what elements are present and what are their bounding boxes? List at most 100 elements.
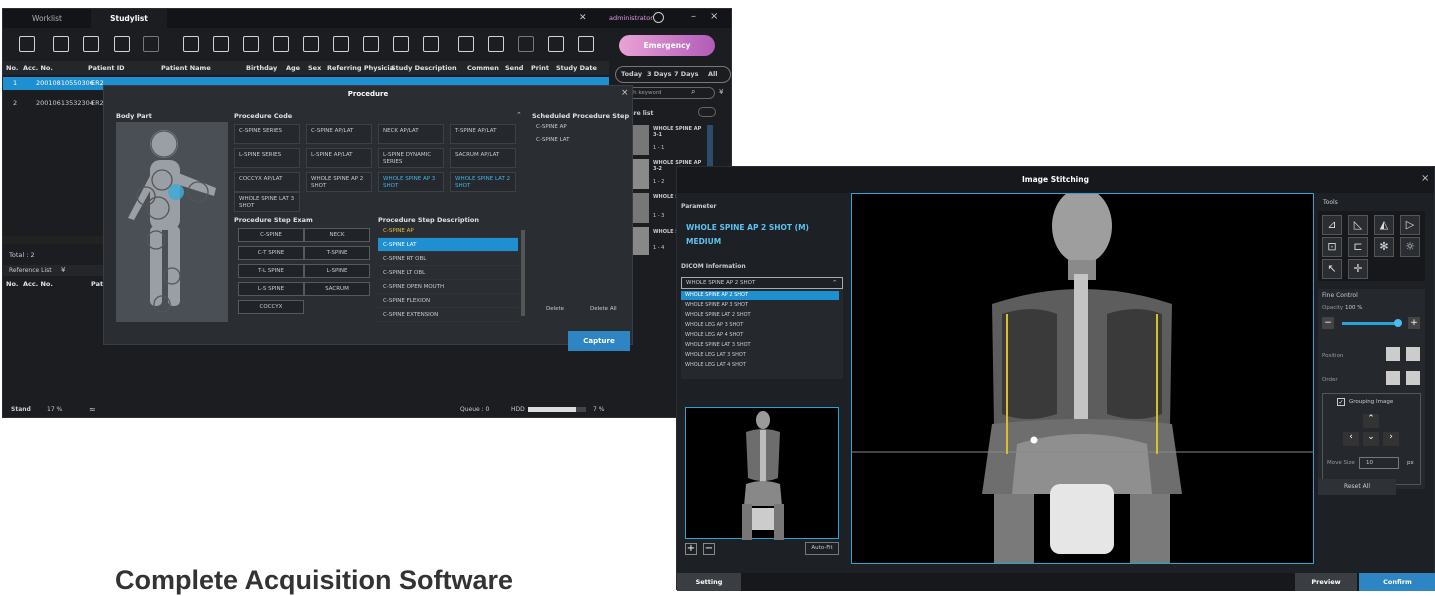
desc-item[interactable]: C-SPINE LAT xyxy=(378,238,518,252)
filter-all[interactable]: All xyxy=(708,70,718,78)
delete-button[interactable]: Delete xyxy=(546,306,564,312)
code-button[interactable]: T-SPINE AP/LAT xyxy=(450,124,516,144)
code-button[interactable]: WHOLE SPINE LAT 2 SHOT xyxy=(450,172,516,192)
desc-item[interactable]: C-SPINE EXTENSION xyxy=(378,308,518,322)
close-icon[interactable]: × xyxy=(621,88,629,98)
move-icon[interactable]: ✛ xyxy=(1348,259,1368,279)
rotate-right-icon[interactable]: ◺ xyxy=(1348,215,1368,235)
col-patient-name[interactable]: Patient Name xyxy=(161,64,211,72)
reference-list-label[interactable]: Reference List xyxy=(9,267,52,274)
position-up-button[interactable] xyxy=(1386,347,1400,361)
fit-icon[interactable]: ⊡ xyxy=(1322,237,1342,257)
move-left-button[interactable]: ‹ xyxy=(1343,432,1359,446)
history-icon[interactable] xyxy=(458,36,474,52)
col-no[interactable]: No. xyxy=(6,64,18,72)
email-icon[interactable] xyxy=(333,36,349,52)
col-birthday[interactable]: Birthday xyxy=(246,64,277,72)
exam-button[interactable]: T-SPINE xyxy=(304,246,370,260)
brightness-icon[interactable]: ✻ xyxy=(1374,237,1394,257)
setting-button[interactable]: Setting xyxy=(677,573,741,591)
exam-button[interactable]: COCCYX xyxy=(238,300,304,314)
split-icon[interactable] xyxy=(578,36,594,52)
scheduled-item[interactable]: C-SPINE AP xyxy=(536,124,567,130)
col-sex[interactable]: Sex xyxy=(308,64,321,72)
ref-col-no[interactable]: No. xyxy=(6,280,18,288)
add-procedure-button[interactable] xyxy=(698,107,716,117)
chevron-down-icon[interactable]: ¥ xyxy=(61,266,65,274)
code-button[interactable]: L-SPINE AP/LAT xyxy=(306,148,372,168)
col-send[interactable]: Send xyxy=(505,64,523,72)
flip-horizontal-icon[interactable]: ◭ xyxy=(1374,215,1394,235)
dicom-select[interactable]: WHOLE SPINE AP 2 SHOT ^ xyxy=(681,277,843,289)
capture-button[interactable]: Capture xyxy=(568,331,630,351)
pointer-icon[interactable]: ↖ xyxy=(1322,259,1342,279)
user-icon[interactable] xyxy=(653,12,664,23)
preview-thumbnail[interactable] xyxy=(685,407,839,540)
move-down-button[interactable]: ⌄ xyxy=(1363,432,1379,446)
report-icon[interactable] xyxy=(423,36,439,52)
desc-scrollbar[interactable] xyxy=(521,230,525,316)
code-button[interactable]: WHOLE SPINE AP 3 SHOT xyxy=(378,172,444,192)
chevron-down-icon[interactable]: ¥ xyxy=(719,88,723,96)
desc-item[interactable]: C-SPINE FLEXION xyxy=(378,294,518,308)
reset-all-button[interactable]: Reset All xyxy=(1318,479,1396,495)
rotate-left-icon[interactable]: ⊿ xyxy=(1322,215,1342,235)
move-right-button[interactable]: › xyxy=(1383,432,1399,446)
body-diagram[interactable] xyxy=(116,122,228,322)
opacity-decrease-button[interactable]: − xyxy=(1322,317,1334,329)
collapse-icon[interactable]: ⌃ xyxy=(516,111,522,119)
emergency-button[interactable]: Emergency xyxy=(619,35,715,56)
search-icon[interactable]: ⌕ xyxy=(691,87,695,97)
print-film-icon[interactable] xyxy=(213,36,229,52)
dicom-option[interactable]: WHOLE LEG AP 3 SHOT xyxy=(681,321,839,330)
order-back-button[interactable] xyxy=(1386,371,1400,385)
tools-icon[interactable]: ✕ xyxy=(579,13,587,23)
desc-item[interactable]: C-SPINE OPEN MOUTH xyxy=(378,280,518,294)
close-icon[interactable]: × xyxy=(1421,173,1429,184)
code-button[interactable]: COCCYX AP/LAT xyxy=(234,172,300,192)
ref-col-acc[interactable]: Acc. No. xyxy=(23,280,53,288)
search-input[interactable]: rch keyword xyxy=(621,87,715,99)
filter-today[interactable]: Today xyxy=(621,70,642,78)
col-age[interactable]: Age xyxy=(286,64,300,72)
code-button[interactable]: C-SPINE AP/LAT xyxy=(306,124,372,144)
preview-button[interactable]: Preview xyxy=(1295,573,1357,591)
filter-7days[interactable]: 7 Days xyxy=(674,70,698,78)
col-acc-no[interactable]: Acc. No. xyxy=(23,64,53,72)
send-icon[interactable] xyxy=(518,36,534,52)
minimize-icon[interactable]: – xyxy=(691,11,696,22)
merge-icon[interactable] xyxy=(548,36,564,52)
code-button[interactable]: WHOLE SPINE LAT 3 SHOT xyxy=(234,192,300,212)
scheduled-item[interactable]: C-SPINE LAT xyxy=(536,137,569,143)
exam-button[interactable]: L-S SPINE xyxy=(238,282,304,296)
dicom-option[interactable]: WHOLE LEG AP 4 SHOT xyxy=(681,331,839,340)
flip-vertical-icon[interactable]: ▷ xyxy=(1400,215,1420,235)
print-layout-icon[interactable] xyxy=(273,36,289,52)
confirm-button[interactable]: Confirm xyxy=(1359,573,1435,591)
edit-study-icon[interactable] xyxy=(53,36,69,52)
auto-fit-button[interactable]: Auto-Fit xyxy=(805,542,839,555)
col-print[interactable]: Print xyxy=(531,64,549,72)
edit-patient-icon[interactable] xyxy=(83,36,99,52)
exam-button[interactable]: SACRUM xyxy=(304,282,370,296)
opacity-increase-button[interactable]: + xyxy=(1408,317,1420,329)
delete-all-button[interactable]: Delete All xyxy=(590,306,617,312)
zoom-in-button[interactable]: + xyxy=(685,543,697,555)
dicom-option[interactable]: WHOLE LEG LAT 4 SHOT xyxy=(681,361,839,370)
print-basic-icon[interactable] xyxy=(243,36,259,52)
dicom-option[interactable]: WHOLE SPINE LAT 2 SHOT xyxy=(681,311,839,320)
tab-studylist[interactable]: Studylist xyxy=(91,9,167,28)
dicom-option[interactable]: WHOLE SPINE LAT 3 SHOT xyxy=(681,341,839,350)
desc-item[interactable]: C-SPINE RT OBL xyxy=(378,252,518,266)
move-size-select[interactable]: 10 xyxy=(1359,457,1399,469)
exam-button[interactable]: C-T SPINE xyxy=(238,246,304,260)
code-button[interactable]: SACRUM AP/LAT xyxy=(450,148,516,168)
order-front-button[interactable] xyxy=(1406,371,1420,385)
opacity-handle[interactable] xyxy=(1394,319,1402,327)
position-down-button[interactable] xyxy=(1406,347,1420,361)
dicom-option[interactable]: WHOLE SPINE AP 3 SHOT xyxy=(681,301,839,310)
desc-item[interactable]: C-SPINE LT OBL xyxy=(378,266,518,280)
grouping-checkbox[interactable]: ✓ xyxy=(1337,398,1345,406)
dicom-option[interactable]: WHOLE SPINE AP 2 SHOT xyxy=(681,291,839,300)
new-study-icon[interactable] xyxy=(19,36,35,52)
